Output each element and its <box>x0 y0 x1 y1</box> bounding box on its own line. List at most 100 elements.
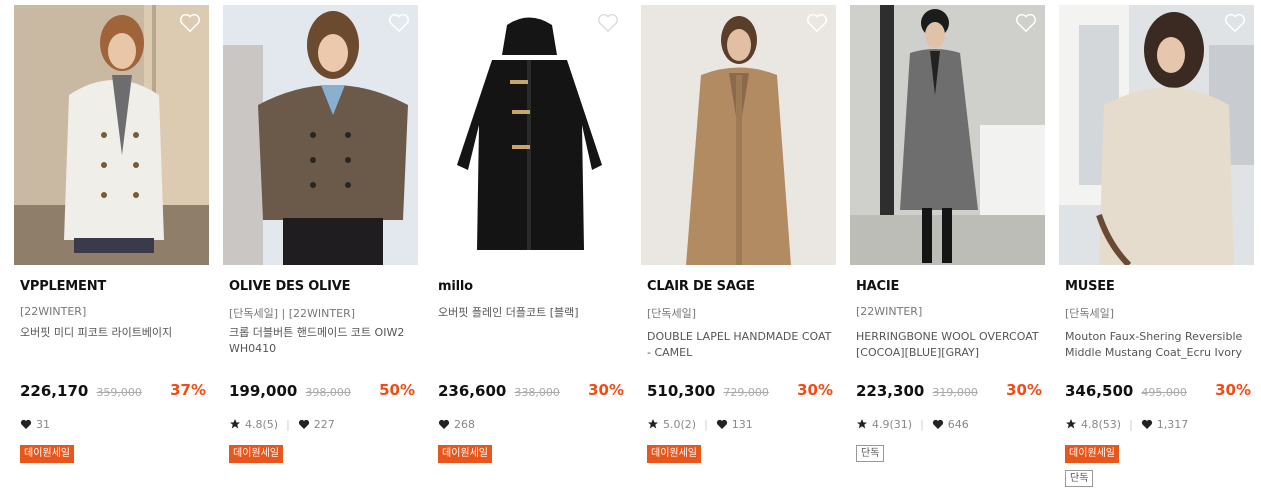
product-stats: 31 <box>20 417 50 431</box>
product-tag: [22WINTER] <box>856 305 923 318</box>
sale-badge: 데이원세일 <box>229 445 283 463</box>
heart-outline-icon[interactable] <box>806 13 828 33</box>
rating-text: 4.8(5) <box>245 417 279 431</box>
badge-group: 데이원세일 <box>229 441 283 466</box>
divider: | <box>920 417 924 431</box>
heart-filled-icon <box>1141 419 1152 429</box>
product-stats: 5.0(2) | 131 <box>647 417 753 431</box>
sale-price: 223,300 <box>856 382 925 400</box>
product-name[interactable]: 크롭 더블버튼 핸드메이드 코트 OIW2WH0410 <box>229 325 414 357</box>
product-card[interactable]: MUSEE [단독세일] Mouton Faux-Shering Reversi… <box>1059 5 1254 487</box>
star-icon <box>230 419 240 429</box>
badge-group: 데이원세일 단독 <box>1065 441 1119 490</box>
product-tag: [단독세일] <box>1065 307 1115 320</box>
rating-text: 4.9(31) <box>872 417 913 431</box>
brand-name[interactable]: millo <box>438 279 627 297</box>
star-icon <box>648 419 658 429</box>
product-tag: [단독세일] | [22WINTER] <box>229 307 356 320</box>
original-price: 398,000 <box>305 386 351 399</box>
product-image[interactable] <box>641 5 836 265</box>
original-price: 359,000 <box>96 386 142 399</box>
brand-name[interactable]: HACIE <box>856 279 1045 297</box>
price-row: 226,170 359,000 37% <box>20 381 206 401</box>
product-card[interactable]: OLIVE DES OLIVE [단독세일] | [22WINTER] 크롭 더… <box>223 5 418 463</box>
like-count: 1,317 <box>1156 417 1189 431</box>
heart-filled-icon <box>298 419 309 429</box>
price-row: 346,500 495,000 30% <box>1065 381 1251 401</box>
like-count: 646 <box>947 417 969 431</box>
price-row: 223,300 319,000 30% <box>856 381 1042 401</box>
original-price: 338,000 <box>514 386 560 399</box>
product-name[interactable]: HERRINGBONE WOOL OVERCOAT [COCOA][BLUE][… <box>856 329 1041 361</box>
exclusive-badge: 단독 <box>1065 470 1094 487</box>
price-row: 236,600 338,000 30% <box>438 381 624 401</box>
badge-group: 데이원세일 <box>20 441 74 466</box>
product-card[interactable]: millo 오버핏 플레인 더플코트 [블랙] 236,600 338,000 … <box>432 5 627 463</box>
sale-price: 236,600 <box>438 382 507 400</box>
brand-name[interactable]: OLIVE DES OLIVE <box>229 279 418 297</box>
like-count: 131 <box>731 417 753 431</box>
star-icon <box>1066 419 1076 429</box>
product-tag: [단독세일] <box>647 307 697 320</box>
product-name[interactable]: DOUBLE LAPEL HANDMADE COAT - CAMEL <box>647 329 832 361</box>
heart-outline-icon[interactable] <box>1224 13 1246 33</box>
rating-text: 5.0(2) <box>663 417 697 431</box>
price-row: 199,000 398,000 50% <box>229 381 415 401</box>
brand-name[interactable]: CLAIR DE SAGE <box>647 279 836 297</box>
sale-price: 346,500 <box>1065 382 1134 400</box>
sale-badge: 데이원세일 <box>647 445 701 463</box>
product-stats: 4.8(5) | 227 <box>229 417 335 431</box>
product-image[interactable] <box>223 5 418 265</box>
badge-group: 단독 <box>856 441 885 465</box>
rating-text: 4.8(53) <box>1081 417 1122 431</box>
product-grid: VPPLEMENT [22WINTER] 오버핏 미디 피코트 라이트베이지 2… <box>0 0 1261 494</box>
discount-rate: 50% <box>379 381 415 399</box>
original-price: 495,000 <box>1141 386 1187 399</box>
product-stats: 268 <box>438 417 475 431</box>
product-card[interactable]: CLAIR DE SAGE [단독세일] DOUBLE LAPEL HANDMA… <box>641 5 836 463</box>
badge-group: 데이원세일 <box>438 441 492 466</box>
sale-price: 226,170 <box>20 382 89 400</box>
product-name[interactable]: Mouton Faux-Shering Reversible Middle Mu… <box>1065 329 1250 361</box>
heart-filled-icon <box>716 419 727 429</box>
like-count: 227 <box>313 417 335 431</box>
divider: | <box>1129 417 1133 431</box>
discount-rate: 37% <box>170 381 206 399</box>
product-card[interactable]: HACIE [22WINTER] HERRINGBONE WOOL OVERCO… <box>850 5 1045 462</box>
heart-outline-icon[interactable] <box>388 13 410 33</box>
divider: | <box>704 417 708 431</box>
sale-badge: 데이원세일 <box>20 445 74 463</box>
sale-badge: 데이원세일 <box>1065 445 1119 463</box>
heart-outline-icon[interactable] <box>179 13 201 33</box>
product-tag: [22WINTER] <box>20 305 87 318</box>
star-icon <box>857 419 867 429</box>
sale-price: 199,000 <box>229 382 298 400</box>
like-count: 268 <box>454 417 475 431</box>
discount-rate: 30% <box>797 381 833 399</box>
product-image[interactable] <box>432 5 627 265</box>
brand-name[interactable]: MUSEE <box>1065 279 1254 297</box>
exclusive-badge: 단독 <box>856 445 885 462</box>
original-price: 319,000 <box>932 386 978 399</box>
discount-rate: 30% <box>1215 381 1251 399</box>
heart-outline-icon[interactable] <box>1015 13 1037 33</box>
sale-badge: 데이원세일 <box>438 445 492 463</box>
product-card[interactable]: VPPLEMENT [22WINTER] 오버핏 미디 피코트 라이트베이지 2… <box>14 5 209 463</box>
heart-filled-icon <box>20 419 32 429</box>
price-row: 510,300 729,000 30% <box>647 381 833 401</box>
brand-name[interactable]: VPPLEMENT <box>20 279 209 297</box>
divider: | <box>286 417 290 431</box>
product-name[interactable]: 오버핏 플레인 더플코트 [블랙] <box>438 305 623 337</box>
product-name[interactable]: 오버핏 미디 피코트 라이트베이지 <box>20 325 205 357</box>
product-image[interactable] <box>850 5 1045 265</box>
sale-price: 510,300 <box>647 382 716 400</box>
heart-filled-icon <box>932 419 943 429</box>
badge-group: 데이원세일 <box>647 441 701 466</box>
original-price: 729,000 <box>723 386 769 399</box>
product-image[interactable] <box>1059 5 1254 265</box>
discount-rate: 30% <box>588 381 624 399</box>
heart-outline-icon[interactable] <box>597 13 619 33</box>
product-image[interactable] <box>14 5 209 265</box>
product-stats: 4.9(31) | 646 <box>856 417 969 431</box>
product-stats: 4.8(53) | 1,317 <box>1065 417 1188 431</box>
